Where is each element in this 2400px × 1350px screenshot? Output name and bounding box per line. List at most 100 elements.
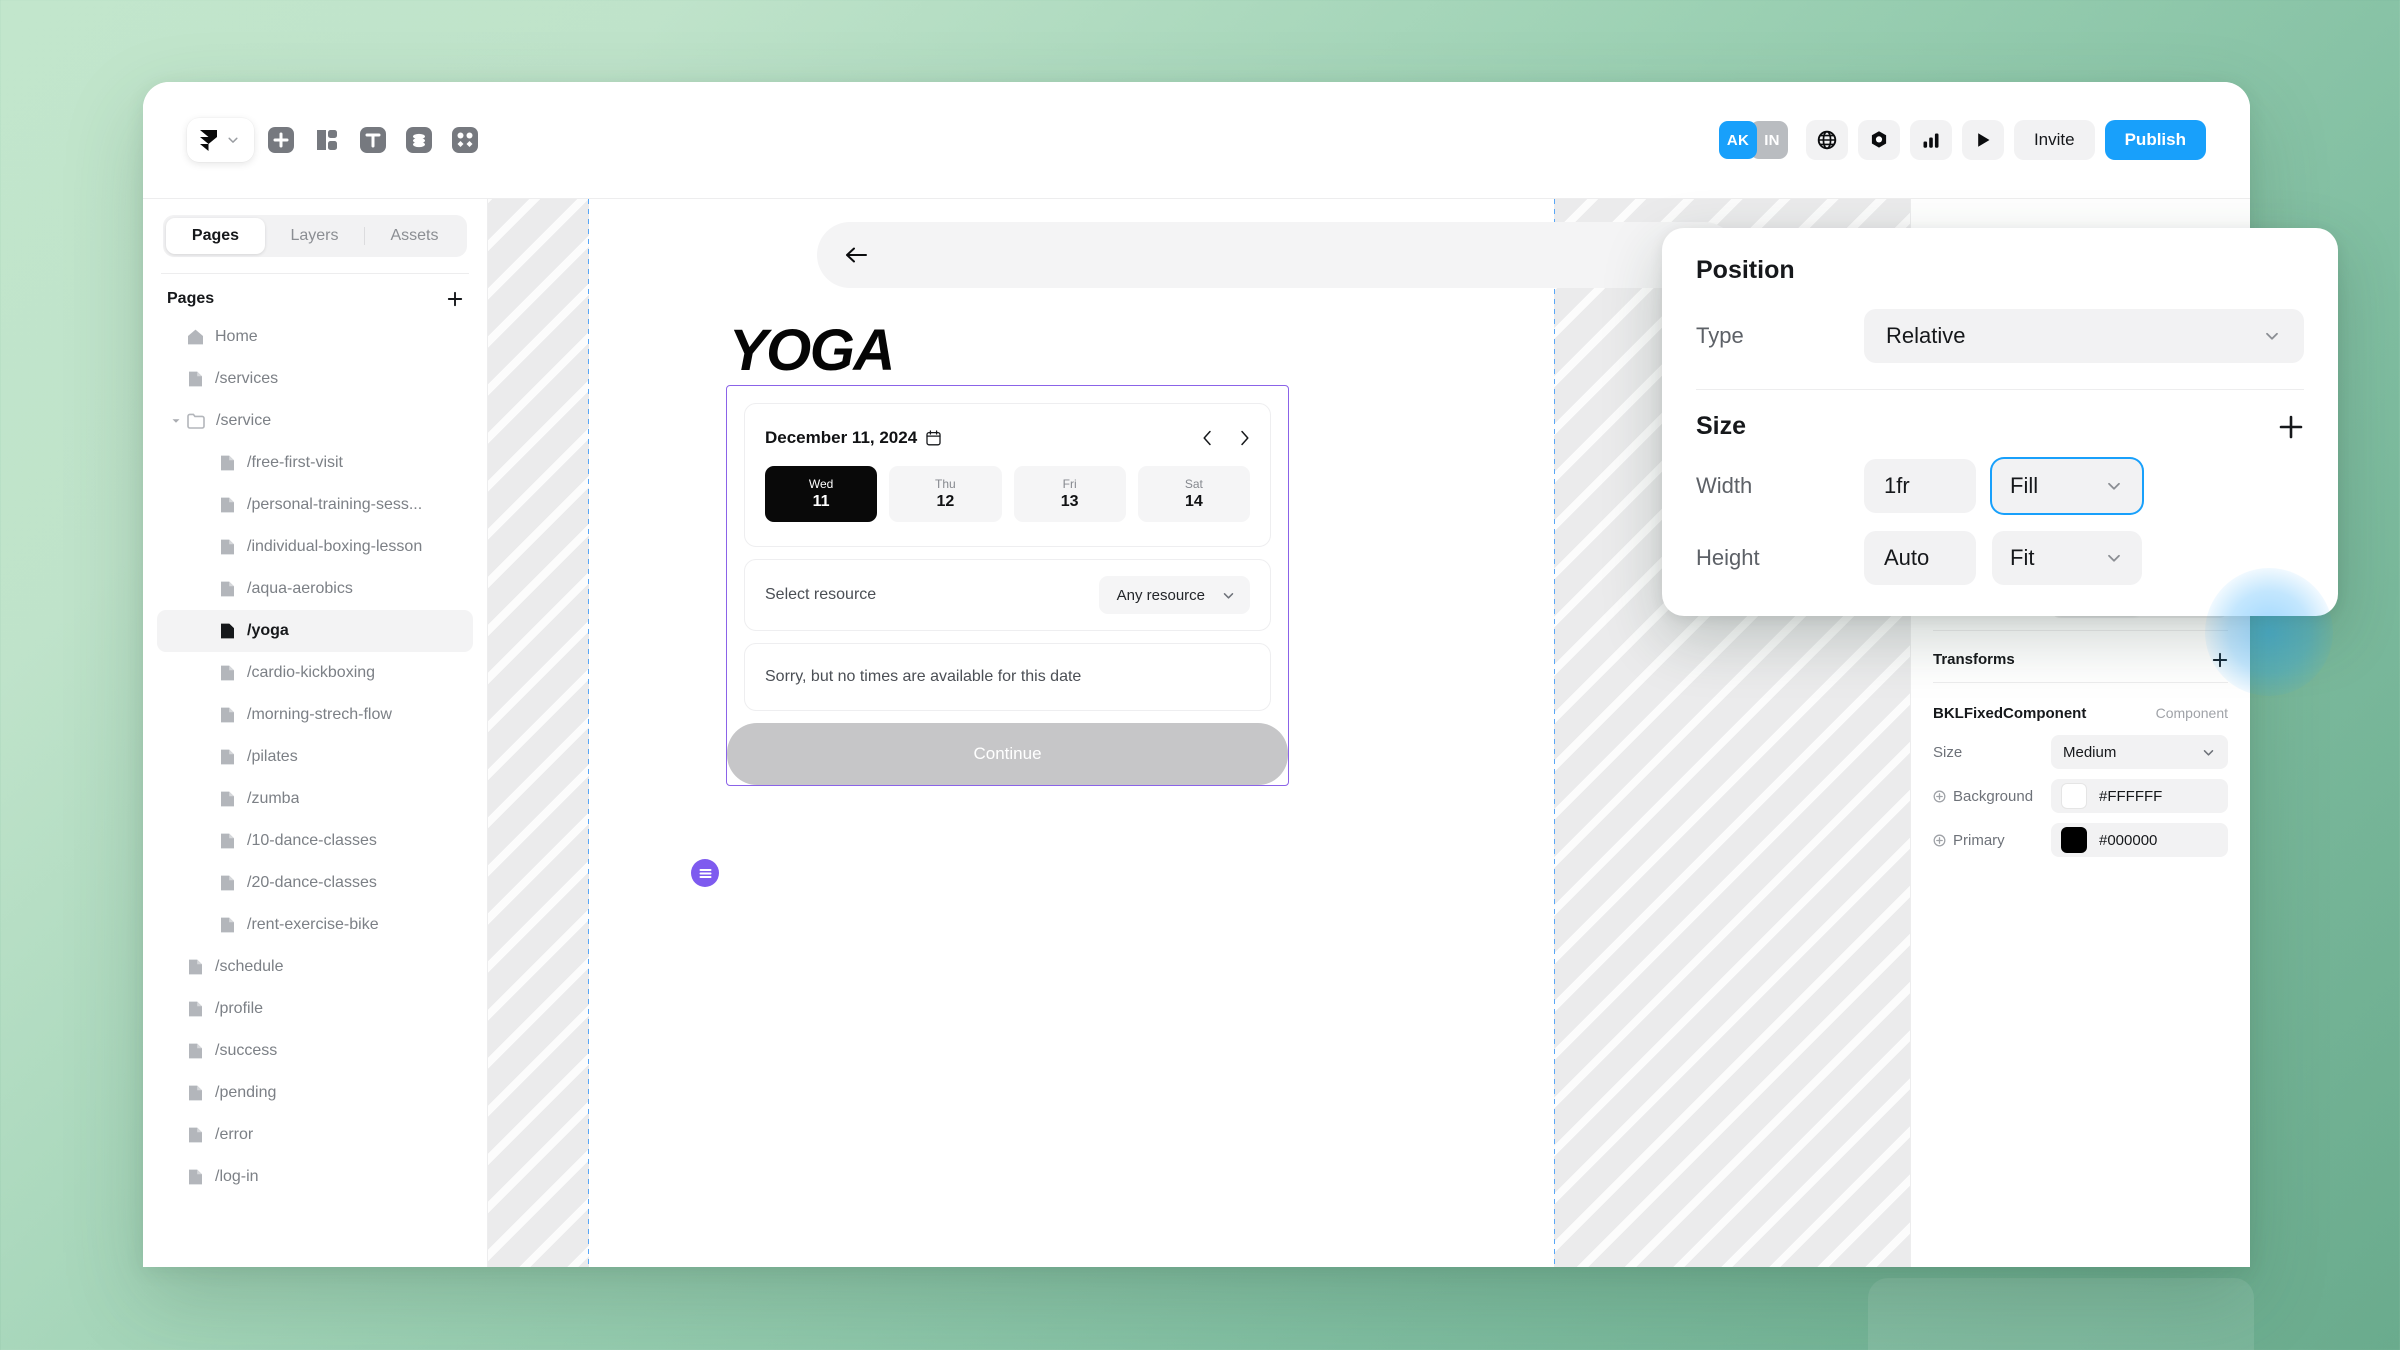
sidebar-item-services[interactable]: /services [157,358,473,400]
sidebar-item-label: /error [215,1126,254,1143]
sidebar-item-log-in[interactable]: /log-in [157,1156,473,1198]
sidebar-item-personal-training-sess[interactable]: /personal-training-sess... [157,484,473,526]
publish-button[interactable]: Publish [2104,120,2206,160]
width-input[interactable]: 1fr [1864,459,1976,513]
background-color-field[interactable]: #FFFFFF [2051,779,2228,813]
settings-icon[interactable] [1857,120,1900,160]
width-unit-select[interactable]: Fill [1992,459,2142,513]
position-type-label: Type [1696,323,1744,348]
calendar-nav-group [1202,430,1250,446]
chevron-down-icon [1223,592,1234,599]
globe-icon[interactable] [1805,120,1848,160]
doc-icon [221,623,234,639]
add-page-icon[interactable] [447,291,463,307]
sidebar-item-pilates[interactable]: /pilates [157,736,473,778]
stack-icon[interactable] [691,859,719,887]
add-transform-icon[interactable] [2212,652,2228,668]
position-type-value: Relative [1886,323,1966,348]
sidebar-item-error[interactable]: /error [157,1114,473,1156]
day-option-14[interactable]: Sat 14 [1137,466,1250,522]
variable-link-icon [1933,790,1946,802]
insert-icon[interactable] [266,125,296,155]
transforms-section-header: Transforms [1911,639,2250,674]
primary-color-field[interactable]: #000000 [2051,823,2228,857]
sidebar-item-label: /services [215,370,279,387]
sidebar-item-schedule[interactable]: /schedule [157,946,473,988]
height-input[interactable]: Auto [1864,531,1976,585]
day-option-13[interactable]: Fri 13 [1013,466,1126,522]
left-sidebar: Pages Layers Assets Pages Home/services /… [143,198,488,1267]
tab-layers[interactable]: Layers [265,218,364,254]
resource-select[interactable]: Any resource [1098,576,1250,614]
component-size-select[interactable]: Medium [2051,735,2228,769]
layout-icon[interactable] [312,125,342,155]
sidebar-item-label: /individual-boxing-lesson [247,538,423,555]
primary-label: Primary [1953,831,2005,849]
components-icon[interactable] [450,125,480,155]
sidebar-item-profile[interactable]: /profile [157,988,473,1030]
calendar-icon[interactable] [926,430,941,446]
chevron-down-icon [2203,749,2214,756]
sidebar-item-morning-strech-flow[interactable]: /morning-strech-flow [157,694,473,736]
pages-section-header: Pages [143,274,487,316]
preview-play-icon[interactable] [1961,120,2004,160]
position-type-select[interactable]: Relative [1864,309,2304,363]
continue-button[interactable]: Continue [727,723,1288,785]
color-swatch[interactable] [2061,783,2087,809]
chevron-left-icon[interactable] [1202,430,1213,446]
framer-logo-button[interactable] [187,118,254,162]
top-toolbar: AK IN Invite Publish [143,82,2250,198]
height-unit-value: Fit [2010,545,2035,570]
doc-icon [189,1001,202,1017]
sidebar-item-zumba[interactable]: /zumba [157,778,473,820]
variable-link-icon [1933,834,1946,846]
disclosure-triangle-icon[interactable] [171,416,181,426]
analytics-icon[interactable] [1909,120,1952,160]
home-icon [188,329,203,345]
sidebar-item-success[interactable]: /success [157,1030,473,1072]
sidebar-item-aqua-aerobics[interactable]: /aqua-aerobics [157,568,473,610]
doc-icon [221,707,234,723]
cms-icon[interactable] [404,125,434,155]
height-unit-select[interactable]: Fit [1992,531,2142,585]
chevron-right-icon[interactable] [1239,430,1250,446]
day-option-11[interactable]: Wed 11 [765,466,878,522]
doc-icon [221,455,234,471]
arrow-left-icon[interactable] [845,245,867,265]
color-swatch[interactable] [2061,827,2087,853]
doc-icon [221,581,234,597]
sidebar-item-20-dance-classes[interactable]: /20-dance-classes [157,862,473,904]
sidebar-item-individual-boxing-lesson[interactable]: /individual-boxing-lesson [157,526,473,568]
chevron-down-icon [2266,332,2278,340]
add-size-icon[interactable] [2278,414,2304,440]
text-icon[interactable] [358,125,388,155]
day-name: Fri [1062,477,1077,491]
position-size-popover: Position Type Relative Size Width 1fr Fi… [1662,228,2338,616]
calendar-card: December 11, 2024 Wed 11 Thu 12 Fri 13 S… [744,403,1271,547]
sidebar-item-free-first-visit[interactable]: /free-first-visit [157,442,473,484]
sidebar-item-cardio-kickboxing[interactable]: /cardio-kickboxing [157,652,473,694]
sidebar-item-label: /aqua-aerobics [247,580,353,597]
sidebar-item-pending[interactable]: /pending [157,1072,473,1114]
sidebar-item-home[interactable]: Home [157,316,473,358]
day-option-12[interactable]: Thu 12 [889,466,1002,522]
width-label: Width [1696,473,1753,498]
width-row: Width 1fr Fill [1696,459,2304,513]
size-section-header: Size [1696,412,2304,441]
sidebar-item-rent-exercise-bike[interactable]: /rent-exercise-bike [157,904,473,946]
sidebar-item-yoga[interactable]: /yoga [157,610,473,652]
invite-button[interactable]: Invite [2013,120,2095,160]
calendar-header: December 11, 2024 [745,404,1270,448]
framer-logo-icon [200,130,217,151]
day-number: 12 [936,493,955,510]
sidebar-item-10-dance-classes[interactable]: /10-dance-classes [157,820,473,862]
avatar[interactable]: AK [1718,121,1757,159]
tab-assets[interactable]: Assets [365,218,464,254]
tab-pages[interactable]: Pages [166,218,265,254]
resource-label: Select resource [765,586,877,603]
component-size-label: Size [1933,743,1963,761]
booking-widget[interactable]: December 11, 2024 Wed 11 Thu 12 Fri 13 S… [726,385,1289,786]
back-navigation-bar[interactable] [817,222,1737,288]
sidebar-item-label: /service [216,412,272,429]
sidebar-item-service[interactable]: /service [157,400,473,442]
